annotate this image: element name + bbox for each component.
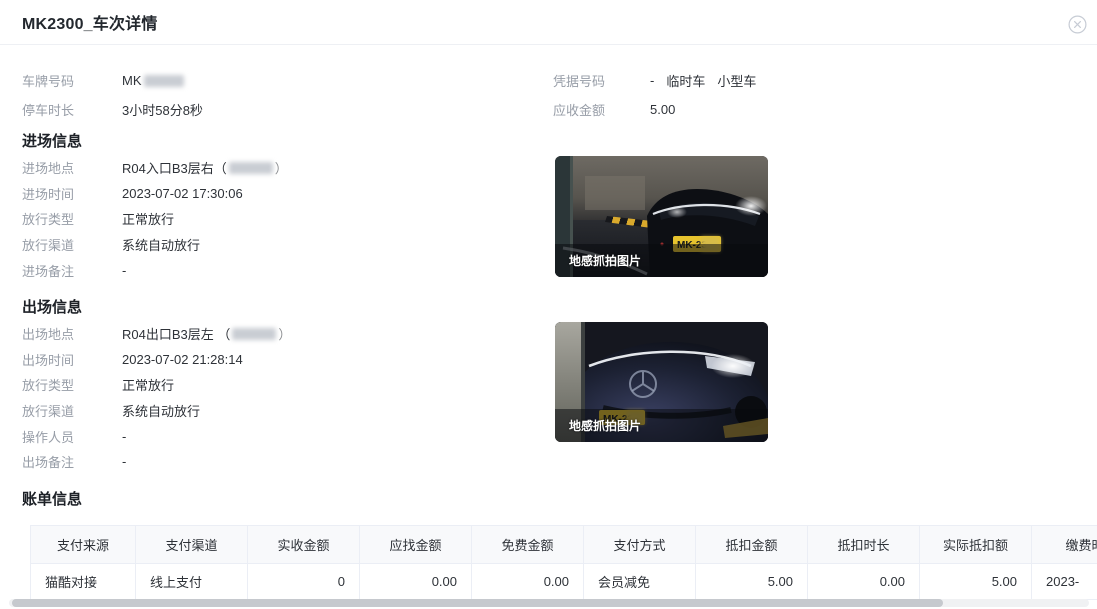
exit-section: 出场地点 R04出口B3层左 （） 出场时间 2023-07-02 21:28:… xyxy=(22,321,1075,475)
close-icon xyxy=(1068,15,1087,34)
field-label: 放行渠道 xyxy=(22,235,122,254)
field-value: - xyxy=(122,429,126,444)
cell-deduct-amount: 5.00 xyxy=(696,563,808,599)
field-label: 车牌号码 xyxy=(22,71,122,90)
field-row-amount: 应收金额 5.00 xyxy=(553,95,756,124)
image-caption-bar: 地感抓拍图片 xyxy=(555,244,768,277)
field-value: 2023-07-02 17:30:06 xyxy=(122,186,243,201)
field-row-duration: 停车时长 3小时58分8秒 xyxy=(22,95,553,124)
exit-section-title: 出场信息 xyxy=(22,297,1075,318)
col-header-deduct-duration: 抵扣时长 xyxy=(808,525,920,563)
col-header-pay-time: 缴费时间 xyxy=(1032,525,1097,563)
vehicle-size-tag: 小型车 xyxy=(717,71,756,90)
table-row: 猫酷对接 线上支付 0 0.00 0.00 会员减免 5.00 0.00 5.0… xyxy=(31,563,1097,599)
field-row: 操作人员 - xyxy=(22,423,1075,449)
field-value: - xyxy=(122,454,126,469)
field-row: 放行类型 正常放行 xyxy=(22,372,1075,398)
field-label: 放行渠道 xyxy=(22,401,122,420)
redacted-plate-text xyxy=(144,75,184,87)
cell-actual-deduct: 5.00 xyxy=(920,563,1032,599)
exit-capture-image[interactable]: MK-23 地感抓拍图片 xyxy=(555,322,768,442)
dialog-body: 车牌号码 MK 停车时长 3小时58分8秒 凭据号码 - 临时车 小型车 xyxy=(0,45,1097,600)
col-header-free-amount: 免费金额 xyxy=(472,525,584,563)
col-header-pay-source: 支付来源 xyxy=(31,525,136,563)
field-label: 出场地点 xyxy=(22,324,122,343)
field-value: 系统自动放行 xyxy=(122,401,200,420)
field-row: 出场备注 - xyxy=(22,449,1075,475)
entry-section-title: 进场信息 xyxy=(22,131,1075,152)
table-header-row: 支付来源 支付渠道 实收金额 应找金额 免费金额 支付方式 抵扣金额 抵扣时长 … xyxy=(31,525,1097,563)
col-header-actual-deduct: 实际抵扣额 xyxy=(920,525,1032,563)
redacted-location-text xyxy=(229,162,273,174)
field-row: 出场时间 2023-07-02 21:28:14 xyxy=(22,347,1075,373)
field-label: 操作人员 xyxy=(22,427,122,446)
field-row: 放行类型 正常放行 xyxy=(22,206,1075,232)
cell-pay-time: 2023- xyxy=(1032,563,1097,599)
col-header-deduct-amount: 抵扣金额 xyxy=(696,525,808,563)
field-row: 出场地点 R04出口B3层左 （） xyxy=(22,321,1075,347)
summary-section: 车牌号码 MK 停车时长 3小时58分8秒 凭据号码 - 临时车 小型车 xyxy=(22,66,1075,124)
field-label: 应收金额 xyxy=(553,100,650,119)
cell-pay-method: 会员减免 xyxy=(584,563,696,599)
col-header-change-amount: 应找金额 xyxy=(360,525,472,563)
entry-section: 进场地点 R04入口B3层右（） 进场时间 2023-07-02 17:30:0… xyxy=(22,155,1075,283)
vehicle-trip-detail-dialog: MK2300_车次详情 车牌号码 MK 停车时长 3小时58分8秒 xyxy=(0,0,1097,609)
dialog-header: MK2300_车次详情 xyxy=(0,0,1097,45)
cell-free-amount: 0.00 xyxy=(472,563,584,599)
field-label: 放行类型 xyxy=(22,375,122,394)
field-value: 系统自动放行 xyxy=(122,235,200,254)
field-value: MK xyxy=(122,73,186,88)
col-header-pay-method: 支付方式 xyxy=(584,525,696,563)
cell-deduct-duration: 0.00 xyxy=(808,563,920,599)
bill-table: 支付来源 支付渠道 实收金额 应找金额 免费金额 支付方式 抵扣金额 抵扣时长 … xyxy=(30,525,1097,600)
cell-change-amount: 0.00 xyxy=(360,563,472,599)
field-row: 放行渠道 系统自动放行 xyxy=(22,232,1075,258)
bill-table-container: 支付来源 支付渠道 实收金额 应找金额 免费金额 支付方式 抵扣金额 抵扣时长 … xyxy=(30,525,1097,600)
horizontal-scrollbar-thumb[interactable] xyxy=(12,599,943,607)
field-label: 进场备注 xyxy=(22,261,122,280)
field-label: 进场时间 xyxy=(22,184,122,203)
field-row: 进场备注 - xyxy=(22,257,1075,283)
redacted-location-text xyxy=(232,328,276,340)
field-value: 正常放行 xyxy=(122,375,174,394)
field-value: 2023-07-02 21:28:14 xyxy=(122,352,243,367)
col-header-pay-channel: 支付渠道 xyxy=(136,525,248,563)
field-row-plate: 车牌号码 MK xyxy=(22,66,553,95)
field-value: 3小时58分8秒 xyxy=(122,100,203,119)
col-header-received-amount: 实收金额 xyxy=(248,525,360,563)
bill-section-title: 账单信息 xyxy=(22,489,1075,510)
image-caption: 地感抓拍图片 xyxy=(569,252,641,269)
field-row: 放行渠道 系统自动放行 xyxy=(22,398,1075,424)
field-row: 进场时间 2023-07-02 17:30:06 xyxy=(22,181,1075,207)
field-value: - 临时车 小型车 xyxy=(650,71,756,90)
field-row-voucher: 凭据号码 - 临时车 小型车 xyxy=(553,66,756,95)
dialog-title: MK2300_车次详情 xyxy=(22,10,158,34)
cell-received-amount: 0 xyxy=(248,563,360,599)
entry-capture-image[interactable]: MK-23 地感抓拍图片 xyxy=(555,156,768,277)
image-caption-bar: 地感抓拍图片 xyxy=(555,409,768,442)
field-value: - xyxy=(122,263,126,278)
field-label: 凭据号码 xyxy=(553,71,650,90)
field-value: 正常放行 xyxy=(122,209,174,228)
field-row: 进场地点 R04入口B3层右（） xyxy=(22,155,1075,181)
horizontal-scrollbar-track[interactable] xyxy=(9,599,1089,607)
field-label: 进场地点 xyxy=(22,158,122,177)
field-value: R04入口B3层右（） xyxy=(122,158,288,177)
cell-pay-source: 猫酷对接 xyxy=(31,563,136,599)
field-label: 出场备注 xyxy=(22,452,122,471)
vehicle-type-tag: 临时车 xyxy=(666,71,705,90)
cell-pay-channel: 线上支付 xyxy=(136,563,248,599)
image-caption: 地感抓拍图片 xyxy=(569,417,641,434)
field-label: 出场时间 xyxy=(22,350,122,369)
field-value: R04出口B3层左 （） xyxy=(122,324,291,343)
close-button[interactable] xyxy=(1068,15,1087,34)
field-label: 停车时长 xyxy=(22,100,122,119)
field-label: 放行类型 xyxy=(22,209,122,228)
field-value: 5.00 xyxy=(650,102,675,117)
